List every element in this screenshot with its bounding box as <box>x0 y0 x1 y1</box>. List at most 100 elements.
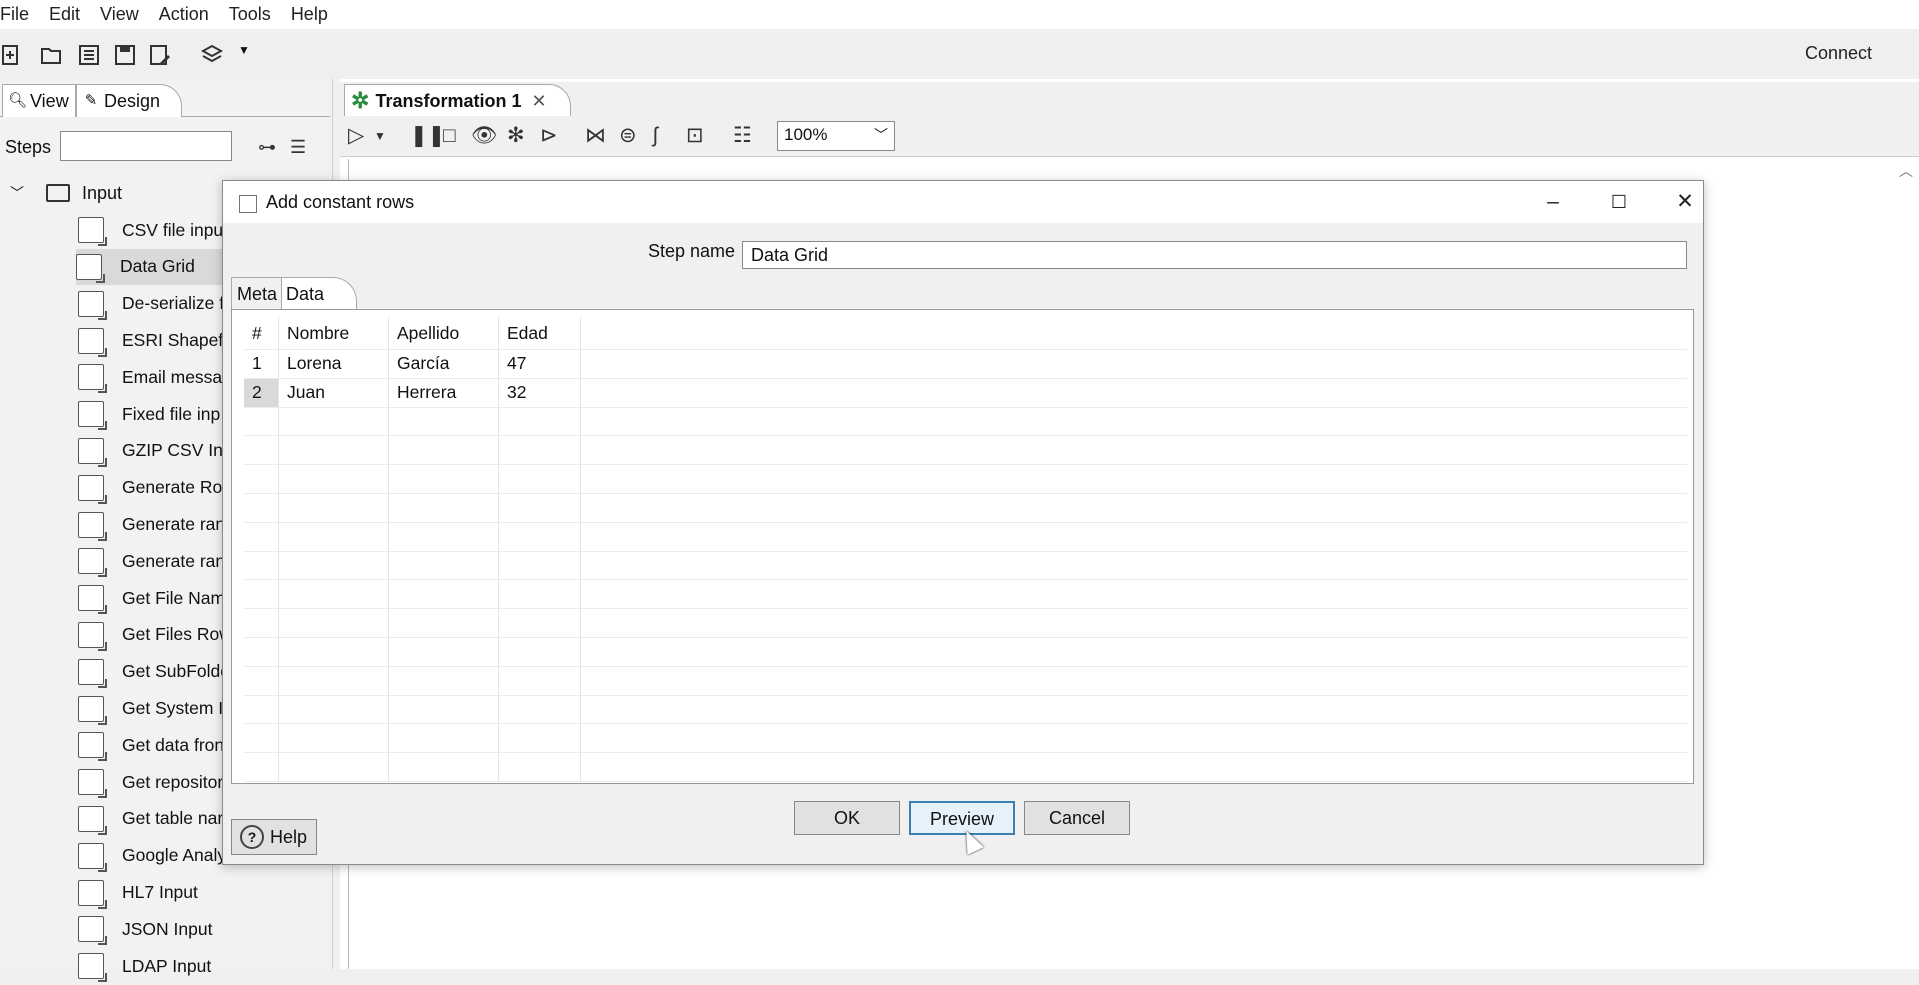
tab-data[interactable]: Data <box>281 277 357 310</box>
row-number[interactable]: 1 <box>244 349 279 379</box>
email-icon <box>78 364 107 394</box>
maximize-button[interactable]: ☐ <box>1599 187 1639 217</box>
data-grid-table[interactable]: # Nombre Apellido Edad 1 Lorena García 4… <box>231 309 1694 784</box>
step-name-label: Step name <box>648 241 736 261</box>
tab-view-label: View <box>30 90 69 111</box>
replay-icon[interactable]: ⊳ <box>540 124 558 148</box>
impact-icon[interactable]: ⊜ <box>619 124 637 148</box>
save-as-icon[interactable] <box>148 43 172 67</box>
json-icon <box>78 916 107 946</box>
table-cell[interactable]: Lorena <box>278 349 389 379</box>
tab-design[interactable]: ✎ Design <box>76 84 182 117</box>
tree-item[interactable]: HL7 Input <box>78 874 348 911</box>
collapse-tree-icon[interactable]: ☰ <box>290 137 306 158</box>
tree-item-label: HL7 Input <box>122 882 198 903</box>
cancel-button[interactable]: Cancel <box>1024 801 1130 835</box>
help-button[interactable]: ? Help <box>231 819 317 855</box>
show-results-icon[interactable]: ☷ <box>733 124 752 148</box>
chevron-down-icon[interactable]: ﹀ <box>10 183 28 203</box>
grid-table: # Nombre Apellido Edad 1 Lorena García 4… <box>244 317 1687 782</box>
column-header[interactable]: Apellido <box>388 317 499 350</box>
table-cell[interactable]: Juan <box>278 378 389 408</box>
connect-button[interactable]: Connect <box>1805 43 1872 64</box>
tree-item-label: CSV file inpu <box>122 219 224 240</box>
table-row-empty <box>244 522 1687 552</box>
tree-item-label: Generate Rov <box>122 477 231 498</box>
menu-action[interactable]: Action <box>149 4 219 25</box>
help-icon: ? <box>240 825 264 849</box>
fixed-file-icon <box>78 401 107 431</box>
map-pin-icon <box>78 327 107 357</box>
step-name-input[interactable]: Data Grid <box>742 241 1687 269</box>
save-icon[interactable] <box>113 43 137 67</box>
table-names-icon <box>78 805 107 835</box>
close-button[interactable]: ✕ <box>1665 187 1705 217</box>
table-row-empty <box>244 637 1687 667</box>
expand-tree-icon[interactable]: ⊶ <box>258 137 276 158</box>
tree-item[interactable]: JSON Input <box>78 911 348 948</box>
column-header-empty <box>580 317 1687 350</box>
table-cell[interactable]: García <box>388 349 499 379</box>
files-rows-icon <box>78 621 107 651</box>
layers-dropdown-icon[interactable]: ▼ <box>238 43 250 57</box>
tree-item-label: JSON Input <box>122 918 213 939</box>
table-row-empty <box>244 579 1687 610</box>
tree-item-label: Email messag <box>122 366 232 387</box>
verify-icon[interactable]: ⋈ <box>585 124 606 148</box>
generate-random-cc-icon <box>78 548 107 578</box>
tree-item-label: GZIP CSV Inp <box>122 440 233 461</box>
tab-transformation-label: Transformation 1 <box>375 90 522 111</box>
pause-icon[interactable]: ❚❚ <box>410 124 445 148</box>
tree-item-label: LDAP Input <box>122 955 212 976</box>
steps-search-row: Steps ⊶ ☰ <box>0 129 330 165</box>
table-row-empty <box>244 666 1687 696</box>
table-row-empty <box>244 608 1687 638</box>
explore-db-icon[interactable]: ⊡ <box>686 124 704 148</box>
table-row: 2 Juan Herrera 32 <box>244 378 1687 408</box>
explore-repository-icon[interactable] <box>77 43 101 67</box>
tab-view[interactable]: 🔍︎ View <box>2 84 76 117</box>
steps-search-input[interactable] <box>60 131 232 161</box>
folder-input[interactable]: ﹀ Input <box>10 175 122 211</box>
menu-view[interactable]: View <box>90 4 149 25</box>
column-header[interactable]: # <box>244 317 279 350</box>
gzip-file-icon <box>78 437 107 467</box>
row-number[interactable]: 2 <box>244 378 279 408</box>
close-tab-icon[interactable]: ✕ <box>531 91 546 112</box>
table-header-row: # Nombre Apellido Edad <box>244 317 1687 350</box>
column-header[interactable]: Nombre <box>278 317 389 350</box>
table-row-empty <box>244 723 1687 754</box>
preview-button[interactable]: Preview <box>909 801 1015 835</box>
stop-icon[interactable]: □ <box>443 124 456 148</box>
canvas-tab-row: ✲ Transformation 1 ✕ <box>340 82 1919 117</box>
preview-eye-icon[interactable]: 👁︎ <box>471 124 498 148</box>
scroll-up-icon[interactable]: ︿ <box>1899 161 1913 181</box>
menu-file[interactable]: File <box>0 4 39 25</box>
zoom-select[interactable]: 100% ﹀ <box>777 121 895 151</box>
tree-item-label: Get repositor <box>122 771 224 792</box>
repository-icon <box>78 769 107 799</box>
table-cell-empty <box>580 378 1687 408</box>
menu-tools[interactable]: Tools <box>219 4 281 25</box>
deserialize-icon <box>78 290 107 320</box>
menu-help[interactable]: Help <box>281 4 338 25</box>
tree-item[interactable]: LDAP Input <box>78 948 348 985</box>
layers-icon[interactable] <box>200 43 224 67</box>
open-folder-icon[interactable] <box>40 43 64 67</box>
table-cell[interactable]: Herrera <box>388 378 499 408</box>
tree-item-label: Fixed file inp <box>122 403 221 424</box>
table-cell[interactable]: 32 <box>498 378 581 408</box>
ok-button[interactable]: OK <box>794 801 900 835</box>
menu-edit[interactable]: Edit <box>39 4 90 25</box>
minimize-button[interactable]: – <box>1533 187 1573 217</box>
tab-transformation[interactable]: ✲ Transformation 1 ✕ <box>344 84 571 117</box>
run-icon[interactable]: ▷ <box>348 124 364 148</box>
sql-icon[interactable]: ʃ <box>653 124 658 148</box>
column-header[interactable]: Edad <box>498 317 581 350</box>
table-cell[interactable]: 47 <box>498 349 581 379</box>
run-options-icon[interactable]: ▼ <box>374 124 386 148</box>
tab-meta[interactable]: Meta <box>231 277 283 310</box>
debug-icon[interactable]: ✻ <box>507 124 525 148</box>
tree-item-label: Get SubFolde <box>122 661 230 682</box>
new-file-icon[interactable] <box>0 43 24 67</box>
